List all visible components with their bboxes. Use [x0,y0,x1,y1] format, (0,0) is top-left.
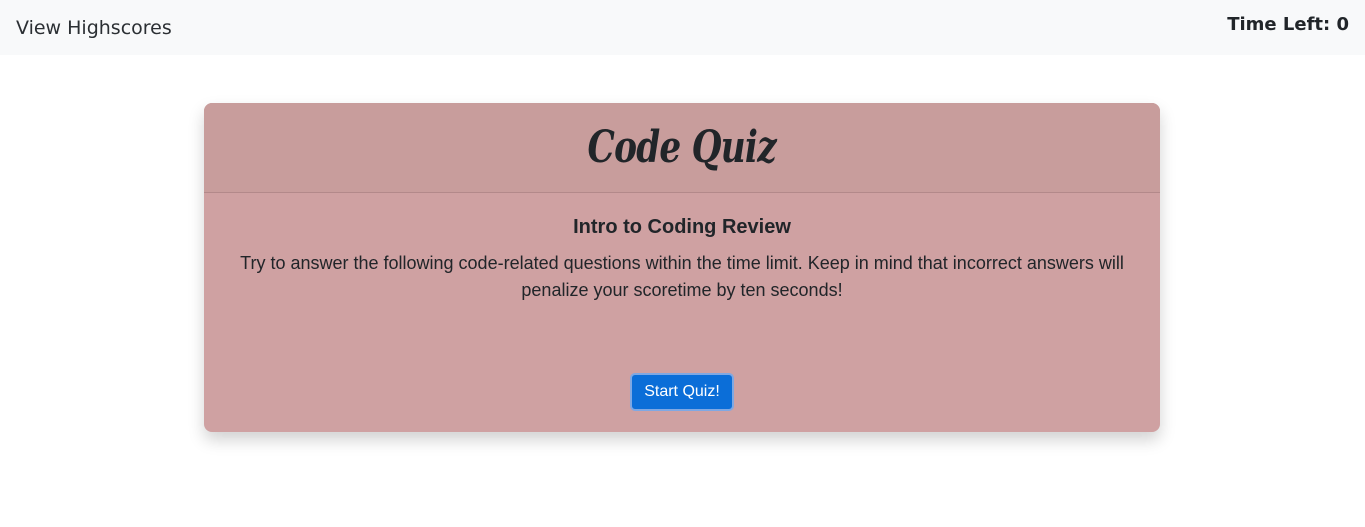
quiz-card: Code Quiz Intro to Coding Review Try to … [204,103,1160,432]
quiz-subtitle: Intro to Coding Review [573,216,791,238]
view-highscores-link[interactable]: View Highscores [16,16,172,40]
time-left-label: Time Left: 0 [1227,14,1349,35]
quiz-intro-text: Try to answer the following code-related… [240,253,1124,300]
quiz-card-header: Code Quiz [204,103,1160,193]
quiz-title: Code Quiz [587,121,777,173]
top-navbar: View Highscores Time Left: 0 [0,0,1365,55]
start-quiz-button[interactable]: Start Quiz! [630,373,734,411]
